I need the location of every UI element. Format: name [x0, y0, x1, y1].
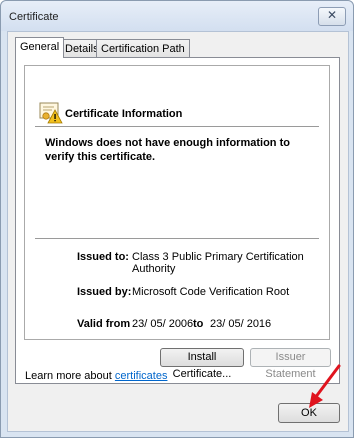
certificate-dialog: Certificate ✕ General Details Certificat… [0, 0, 354, 438]
learn-more-line: Learn more about certificates [25, 370, 167, 382]
close-button[interactable]: ✕ [318, 7, 346, 26]
certificate-warning-icon [39, 102, 63, 124]
learn-more-text: Learn more about [25, 370, 115, 382]
certificate-info-box: Certificate Information Windows does not… [24, 65, 330, 340]
tab-general[interactable]: General [15, 37, 65, 58]
issued-by-value: Microsoft Code Verification Root [132, 286, 290, 298]
window-title: Certificate [9, 11, 59, 23]
valid-to-label: to [193, 318, 204, 330]
title-bar[interactable]: Certificate ✕ [1, 1, 353, 31]
general-tab-panel: Certificate Information Windows does not… [15, 57, 340, 384]
valid-from-label: Valid from [77, 318, 131, 330]
install-certificate-button[interactable]: Install Certificate... [160, 348, 244, 380]
certificates-link[interactable]: certificates [115, 370, 168, 382]
red-arrow-icon [309, 364, 341, 408]
valid-from-value: 23/ 05/ 2006 [132, 318, 194, 330]
divider-top [35, 126, 319, 127]
close-icon: ✕ [326, 8, 338, 22]
issued-to-value: Class 3 Public Primary Certification Aut… [132, 251, 304, 275]
divider-bottom [35, 238, 319, 239]
valid-to-value: 23/ 05/ 2016 [210, 318, 272, 330]
verification-message: Windows does not have enough information… [45, 137, 290, 163]
dialog-client-area: General Details Certification Path Certi… [7, 31, 349, 432]
certificate-info-heading: Certificate Information [65, 108, 183, 120]
issued-to-label: Issued to: [77, 251, 129, 263]
issued-by-label: Issued by: [77, 286, 132, 298]
tab-certification-path[interactable]: Certification Path [96, 39, 190, 57]
